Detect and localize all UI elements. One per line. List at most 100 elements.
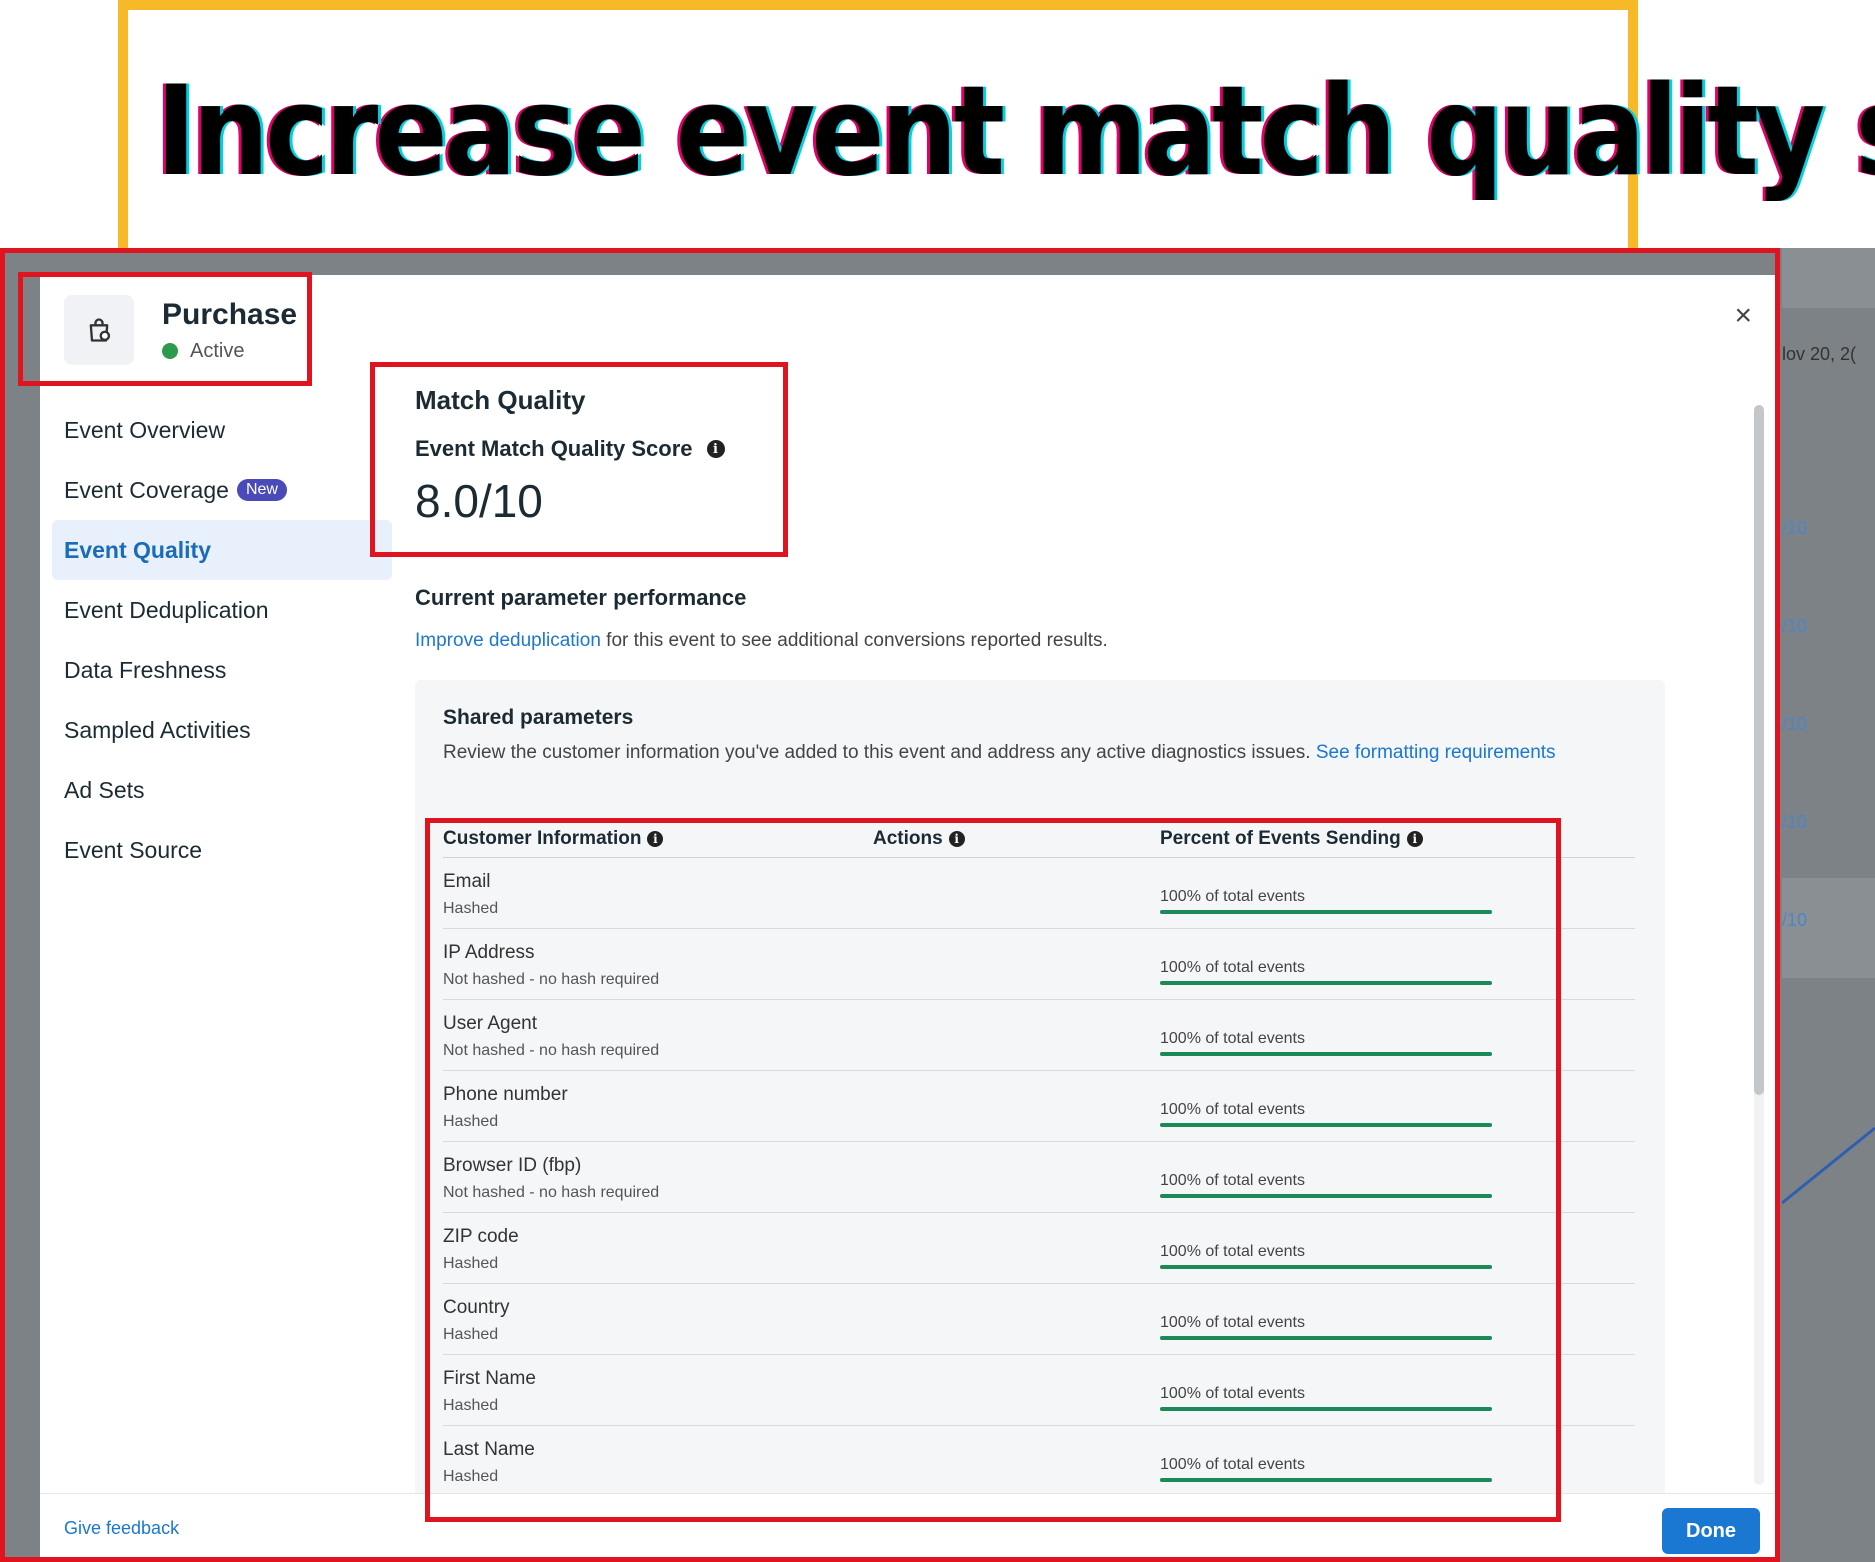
percent-bar-fill xyxy=(1160,981,1492,985)
backdrop-line-chart xyxy=(1782,1126,1875,1205)
nav-label: Event Source xyxy=(64,836,203,863)
parameter-hash-status: Hashed xyxy=(443,1326,499,1343)
table-row: IP Address Not hashed - no hash required 1… xyxy=(443,929,1635,1000)
nav-item-event-overview[interactable]: Event Overview xyxy=(52,400,392,460)
event-header: Purchase Active xyxy=(64,295,297,365)
percent-bar xyxy=(1160,981,1492,985)
info-icon[interactable]: i xyxy=(706,440,725,458)
percent-label: 100% of total events xyxy=(1160,1243,1305,1260)
shared-parameters-desc: Review the customer information you've a… xyxy=(443,742,1556,764)
table-row: Country Hashed 100% of total events xyxy=(443,1284,1635,1355)
side-navigation: Event Overview Event Coverage New Event Q… xyxy=(52,400,392,880)
percent-bar-fill xyxy=(1160,1336,1492,1340)
backdrop-score: /10 xyxy=(1782,910,1808,930)
nav-label: Data Freshness xyxy=(64,656,227,683)
nav-item-sampled-activities[interactable]: Sampled Activities xyxy=(52,700,392,760)
table-header: Customer Information i Actions i Percent o… xyxy=(443,820,1635,858)
parameter-hash-status: Hashed xyxy=(443,1255,499,1272)
nav-label: Event Deduplication xyxy=(64,596,269,623)
scrollbar-thumb[interactable] xyxy=(1754,405,1764,1095)
percent-bar-fill xyxy=(1160,910,1492,914)
percent-bar-fill xyxy=(1160,1265,1492,1269)
percent-label: 100% of total events xyxy=(1160,1456,1305,1473)
percent-bar xyxy=(1160,1123,1492,1127)
customer-info-table: Customer Information i Actions i Percent o… xyxy=(443,820,1635,1497)
percent-label: 100% of total events xyxy=(1160,1030,1305,1047)
shopping-bag-icon xyxy=(64,295,134,365)
shared-desc-text: Review the customer information you've a… xyxy=(443,742,1316,763)
parameter-hash-status: Hashed xyxy=(443,1397,499,1414)
event-status: Active xyxy=(162,340,297,363)
info-icon[interactable]: i xyxy=(948,830,965,847)
match-quality-title: Match Quality xyxy=(415,385,586,415)
nav-item-event-coverage[interactable]: Event Coverage New xyxy=(52,460,392,520)
title-banner: Increase event match quality score xyxy=(118,0,1875,252)
nav-item-event-quality[interactable]: Event Quality xyxy=(52,520,392,580)
new-badge: New xyxy=(236,479,287,501)
backdrop-date: lov 20, 2( xyxy=(1782,344,1857,364)
parameter-hash-status: Hashed xyxy=(443,1113,499,1130)
parameter-name: ZIP code xyxy=(443,1226,519,1247)
nav-label: Event Quality xyxy=(64,536,211,563)
percent-bar xyxy=(1160,1336,1492,1340)
parameter-hash-status: Not hashed - no hash required xyxy=(443,1042,660,1059)
formatting-requirements-link[interactable]: See formatting requirements xyxy=(1316,742,1556,763)
percent-bar xyxy=(1160,1407,1492,1411)
backdrop-line xyxy=(1782,1126,1875,1205)
event-title-block: Purchase Active xyxy=(162,298,297,363)
table-row: Phone number Hashed 100% of total events xyxy=(443,1071,1635,1142)
give-feedback-link[interactable]: Give feedback xyxy=(64,1518,179,1539)
table-row: Email Hashed 100% of total events xyxy=(443,858,1635,929)
event-name: Purchase xyxy=(162,297,298,331)
percent-label: 100% of total events xyxy=(1160,1101,1305,1118)
nav-item-event-source[interactable]: Event Source xyxy=(52,820,392,880)
parameter-name: Phone number xyxy=(443,1084,568,1105)
parameter-name: Country xyxy=(443,1297,510,1318)
score-label-text: Event Match Quality Score xyxy=(415,436,693,461)
parameter-hash-status: Not hashed - no hash required xyxy=(443,971,660,988)
percent-bar xyxy=(1160,910,1492,914)
backdrop-header xyxy=(1782,248,1875,308)
nav-label: Event Overview xyxy=(64,416,226,443)
table-row: Last Name Hashed 100% of total events xyxy=(443,1426,1635,1497)
event-quality-content: Match Quality Event Match Quality Score … xyxy=(415,385,1705,1562)
parameter-name: Last Name xyxy=(443,1439,535,1460)
nav-label: Event Coverage xyxy=(64,476,229,503)
percent-bar-fill xyxy=(1160,1407,1492,1411)
done-button[interactable]: Done xyxy=(1662,1508,1760,1554)
shared-parameters-title: Shared parameters xyxy=(443,706,634,729)
nav-item-event-deduplication[interactable]: Event Deduplication xyxy=(52,580,392,640)
table-row: ZIP code Hashed 100% of total events xyxy=(443,1213,1635,1284)
percent-bar xyxy=(1160,1478,1492,1482)
column-header: Percent of Events Sending xyxy=(1160,827,1401,849)
modal-footer: Give feedback Done xyxy=(40,1493,1780,1562)
percent-label: 100% of total events xyxy=(1160,1314,1305,1331)
percent-bar-fill xyxy=(1160,1478,1492,1482)
col-customer-information: Customer Information i xyxy=(443,828,873,850)
parameter-hash-status: Hashed xyxy=(443,1468,499,1485)
improve-deduplication-link[interactable]: Improve deduplication xyxy=(415,630,601,651)
close-icon[interactable]: × xyxy=(1734,299,1752,333)
backdrop-score: /10 xyxy=(1782,812,1808,832)
info-icon[interactable]: i xyxy=(1406,830,1423,847)
nav-item-ad-sets[interactable]: Ad Sets xyxy=(52,760,392,820)
column-header: Customer Information xyxy=(443,827,642,849)
percent-label: 100% of total events xyxy=(1160,888,1305,905)
percent-bar-fill xyxy=(1160,1123,1492,1127)
percent-bar-fill xyxy=(1160,1052,1492,1056)
nav-item-data-freshness[interactable]: Data Freshness xyxy=(52,640,392,700)
percent-label: 100% of total events xyxy=(1160,1385,1305,1402)
table-body: Email Hashed 100% of total events IP Addres… xyxy=(443,858,1635,1497)
parameter-hash-status: Hashed xyxy=(443,900,499,917)
parameter-hash-status: Not hashed - no hash required xyxy=(443,1184,660,1201)
event-details-modal: × Purchase Active Event Overview Event C… xyxy=(40,275,1780,1562)
parameter-name: IP Address xyxy=(443,942,535,963)
percent-label: 100% of total events xyxy=(1160,959,1305,976)
match-quality-score: 8.0/10 xyxy=(415,475,543,527)
status-dot-icon xyxy=(162,343,178,359)
parameter-name: Email xyxy=(443,871,491,892)
nav-label: Ad Sets xyxy=(64,776,145,803)
percent-bar xyxy=(1160,1194,1492,1198)
performance-note: Improve deduplication for this event to … xyxy=(415,630,1108,652)
info-icon[interactable]: i xyxy=(647,830,664,847)
